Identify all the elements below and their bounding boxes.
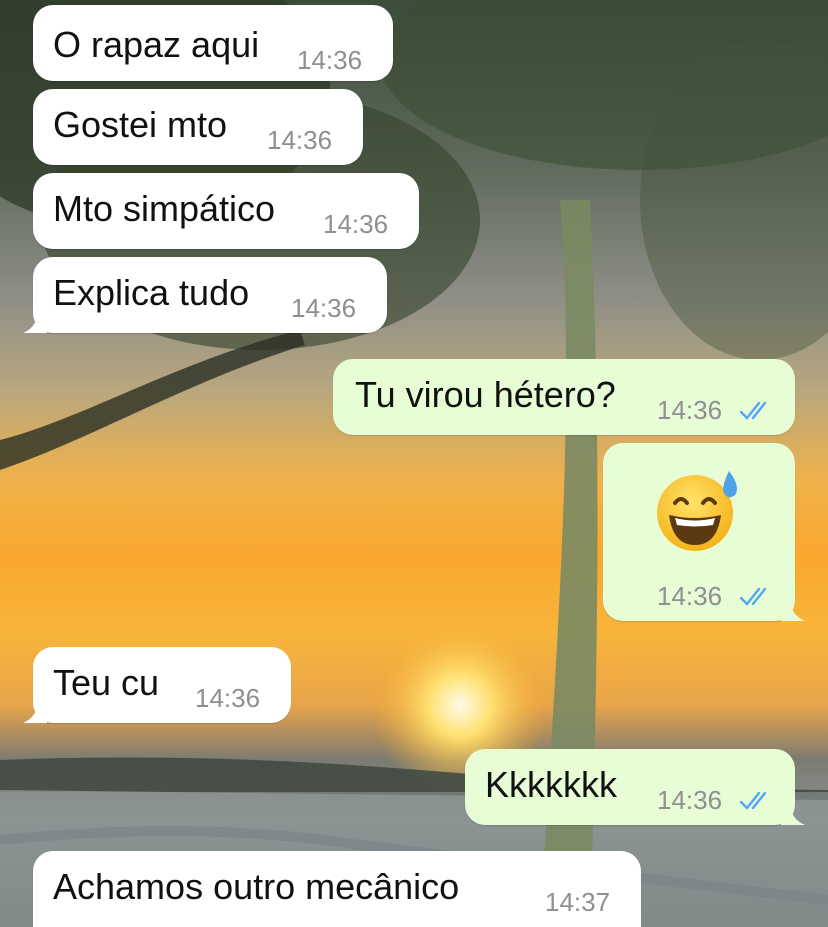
message-bubble-incoming[interactable]: Gostei mto 14:36 <box>33 89 363 165</box>
message-timestamp: 14:36 <box>323 209 389 239</box>
message-bubble-outgoing[interactable]: Tu virou hétero? 14:36 <box>333 359 795 435</box>
message-text: O rapaz aqui <box>53 24 260 65</box>
message-timestamp: 14:36 <box>657 581 723 611</box>
read-receipt-icon <box>739 587 767 606</box>
grinning-face-with-sweat-icon <box>657 471 737 551</box>
message-bubble-incoming[interactable]: Explica tudo 14:36 <box>23 257 387 333</box>
message-timestamp: 14:36 <box>195 683 261 713</box>
message-text: Mto simpático <box>53 188 276 229</box>
message-timestamp: 14:36 <box>657 395 723 425</box>
message-timestamp: 14:36 <box>291 293 357 323</box>
message-text: Gostei mto <box>53 104 228 145</box>
message-text: Achamos outro mecânico <box>53 866 460 907</box>
message-timestamp: 14:36 <box>297 45 363 75</box>
message-bubble-incoming[interactable]: Mto simpático 14:36 <box>33 173 419 249</box>
message-timestamp: 14:36 <box>657 785 723 815</box>
message-bubble-outgoing[interactable]: Kkkkkkk 14:36 <box>465 749 805 825</box>
bubble-tail <box>781 601 805 621</box>
message-timestamp: 14:37 <box>545 887 611 917</box>
bubble-tail <box>23 313 47 333</box>
read-receipt-icon <box>739 401 767 420</box>
read-receipt-icon <box>739 791 767 810</box>
bubble-tail <box>781 805 805 825</box>
message-timestamp: 14:36 <box>267 125 333 155</box>
message-bubble-incoming[interactable]: Teu cu 14:36 <box>23 647 291 723</box>
message-text: Explica tudo <box>53 272 250 313</box>
bubble-tail <box>23 703 47 723</box>
message-bubble-incoming[interactable]: O rapaz aqui 14:36 <box>33 5 393 81</box>
message-bubble-outgoing[interactable]: 14:36 <box>603 443 805 621</box>
message-text: Tu virou hétero? <box>355 374 616 415</box>
message-text: Kkkkkkk <box>485 764 618 805</box>
message-text: Teu cu <box>53 662 160 703</box>
message-bubble-incoming[interactable]: Achamos outro mecânico 14:37 <box>33 851 641 927</box>
